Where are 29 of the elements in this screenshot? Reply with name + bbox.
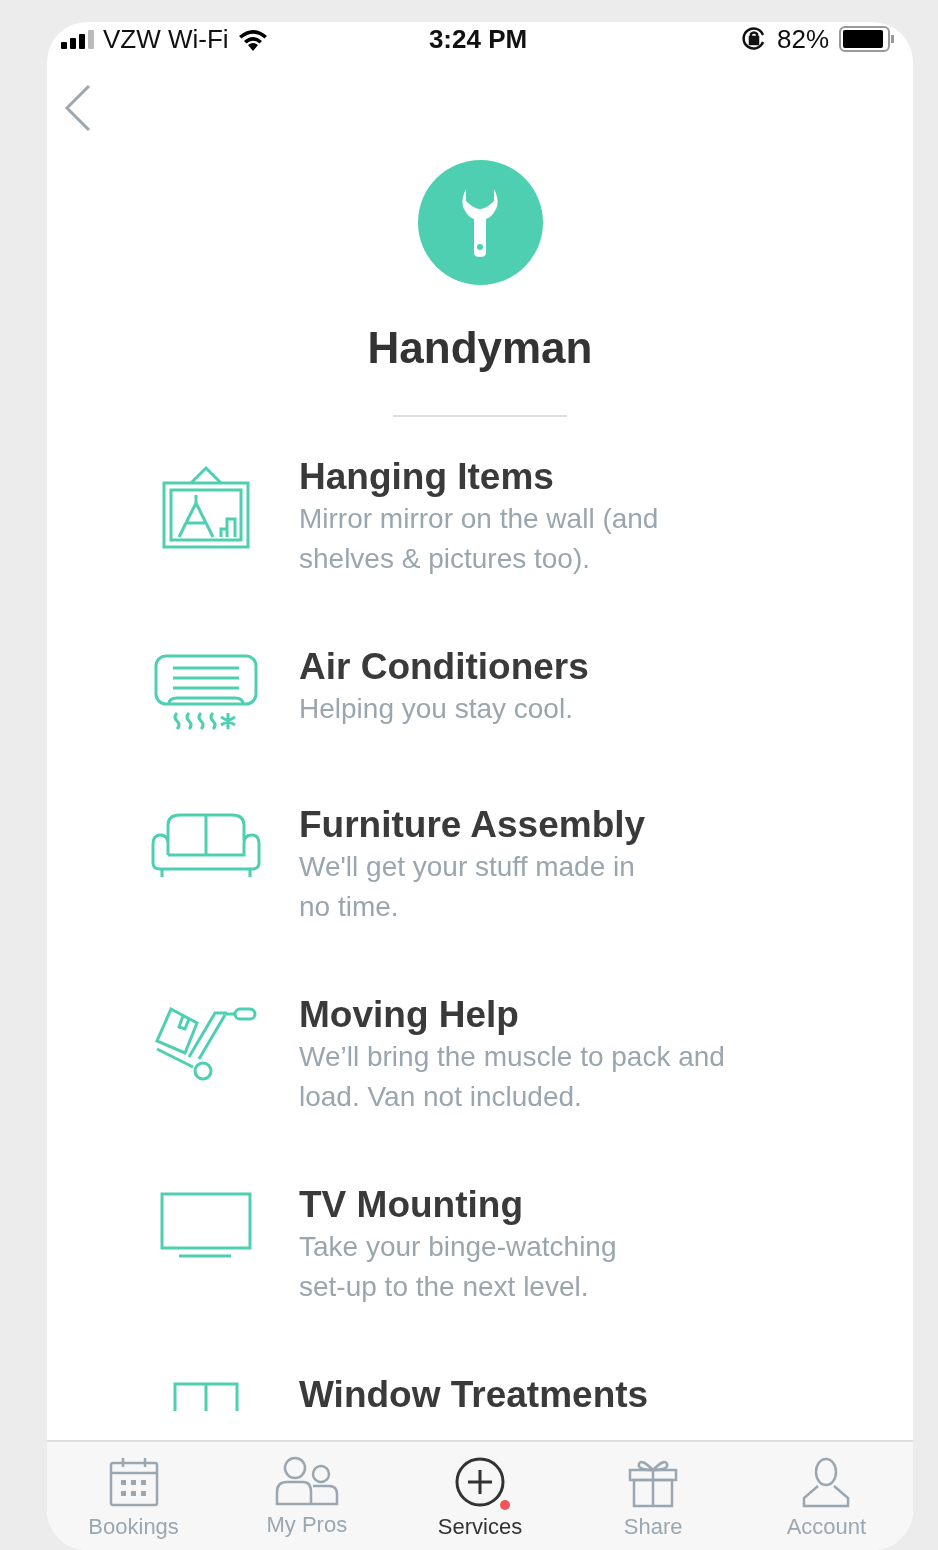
service-description: no time. [299, 890, 400, 924]
people-icon [274, 1456, 339, 1506]
back-icon[interactable] [63, 84, 93, 132]
add-icon [454, 1456, 506, 1508]
service-title[interactable]: Air Conditioners [299, 645, 589, 689]
service-description: load. Van not included. [299, 1080, 583, 1114]
window-icon [171, 1381, 240, 1411]
service-description: We'll get your stuff made in [299, 850, 636, 884]
clock-time: 3:24 PM [428, 23, 528, 55]
service-description: set-up to the next level. [299, 1270, 590, 1304]
service-title[interactable]: Furniture Assembly [299, 803, 646, 847]
calendar-icon [107, 1456, 160, 1508]
service-title[interactable]: Window Treatments [299, 1373, 649, 1417]
service-description: Take your binge-watching [299, 1230, 617, 1264]
service-title[interactable]: Moving Help [299, 993, 725, 1037]
service-title[interactable]: TV Mounting [299, 1183, 617, 1227]
service-description: Mirror mirror on the wall (and [299, 502, 659, 536]
service-description: We’ll bring the muscle to pack and [299, 1040, 725, 1074]
page-title: Handyman [367, 323, 593, 373]
service-title[interactable]: Hanging Items [299, 455, 659, 499]
service-description: Helping you stay cool. [299, 692, 574, 726]
television-icon [158, 1191, 253, 1259]
battery-percent: 82% [776, 23, 829, 55]
carrier-name: VZW Wi-Fi [103, 23, 229, 55]
service-description: shelves & pictures too). [299, 542, 592, 576]
battery-icon [839, 26, 895, 52]
tab-item[interactable]: Services [393, 1442, 567, 1550]
rotation-lock-icon [740, 26, 767, 52]
signal-icon [61, 29, 95, 49]
